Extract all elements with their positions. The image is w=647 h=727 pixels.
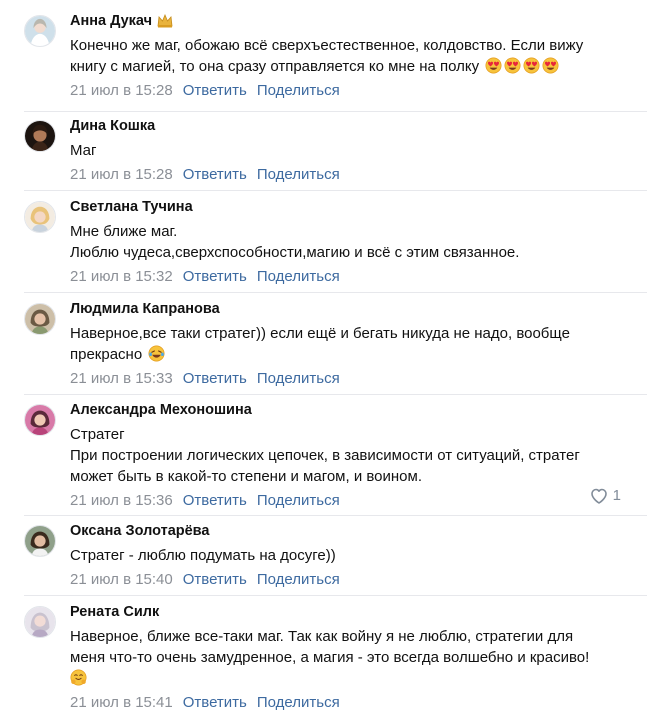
avatar[interactable] [24, 525, 56, 557]
divider [24, 292, 647, 293]
comment-date[interactable]: 21 июл в 15:28 [70, 166, 173, 184]
comment-meta: 21 июл в 15:28 Ответить Поделиться [70, 80, 627, 101]
reply-button[interactable]: Ответить [183, 370, 247, 388]
share-button[interactable]: Поделиться [257, 370, 340, 388]
comment-meta: 21 июл в 15:36 Ответить Поделиться [70, 490, 627, 511]
divider [24, 595, 647, 596]
comment-text: Наверное, ближе все-таки маг. Так как во… [70, 626, 627, 689]
share-button[interactable]: Поделиться [257, 492, 340, 510]
divider [24, 190, 647, 191]
author-name[interactable]: Оксана Золотарёва [70, 522, 209, 540]
comment-date[interactable]: 21 июл в 15:41 [70, 694, 173, 712]
heart-icon [590, 488, 607, 504]
author-name[interactable]: Рената Силк [70, 603, 159, 621]
comment-date[interactable]: 21 июл в 15:28 [70, 82, 173, 100]
reply-button[interactable]: Ответить [183, 82, 247, 100]
comment-date[interactable]: 21 июл в 15:36 [70, 492, 173, 510]
comment-meta: 21 июл в 15:33 Ответить Поделиться [70, 368, 627, 389]
share-button[interactable]: Поделиться [257, 166, 340, 184]
reply-button[interactable]: Ответить [183, 694, 247, 712]
comment-date[interactable]: 21 июл в 15:32 [70, 268, 173, 286]
crown-icon [157, 13, 173, 28]
author-name[interactable]: Дина Кошка [70, 117, 155, 135]
heart-eyes-emoji [542, 57, 559, 74]
divider [24, 111, 647, 112]
share-button[interactable]: Поделиться [257, 571, 340, 589]
comment-text: Стратег При построении логических цепоче… [70, 426, 580, 485]
reply-button[interactable]: Ответить [183, 268, 247, 286]
comment-meta: 21 июл в 15:32 Ответить Поделиться [70, 266, 627, 287]
comment-date[interactable]: 21 июл в 15:40 [70, 571, 173, 589]
share-button[interactable]: Поделиться [257, 82, 340, 100]
comment-text: Маг [70, 142, 97, 159]
avatar[interactable] [24, 303, 56, 335]
author-name[interactable]: Анна Дукач [70, 12, 152, 30]
author-name[interactable]: Людмила Капранова [70, 300, 220, 318]
reply-button[interactable]: Ответить [183, 492, 247, 510]
like-button[interactable]: 1 [590, 487, 621, 504]
comment-text: Стратег - люблю подумать на досуге)) [70, 547, 336, 564]
like-count: 1 [612, 487, 621, 504]
heart-eyes-emoji-group [479, 57, 559, 75]
reply-button[interactable]: Ответить [183, 166, 247, 184]
comment-text: Наверное,все таки стратег)) если ещё и б… [70, 325, 570, 363]
avatar[interactable] [24, 404, 56, 436]
avatar[interactable] [24, 606, 56, 638]
comment-text: Конечно же маг, обожаю всё сверхъестеств… [70, 37, 584, 75]
comment-meta: 21 июл в 15:40 Ответить Поделиться [70, 569, 627, 590]
author-name[interactable]: Светлана Тучина [70, 198, 193, 216]
avatar[interactable] [24, 201, 56, 233]
avatar[interactable] [24, 15, 56, 47]
heart-eyes-emoji [504, 57, 521, 74]
share-button[interactable]: Поделиться [257, 268, 340, 286]
hugging-emoji [70, 669, 87, 686]
divider [24, 394, 647, 395]
heart-eyes-emoji [523, 57, 540, 74]
reply-button[interactable]: Ответить [183, 571, 247, 589]
divider [24, 515, 647, 516]
comment-feed: Анна Дукач Конечно же маг, обожаю всё св… [0, 0, 647, 727]
comment-date[interactable]: 21 июл в 15:33 [70, 370, 173, 388]
share-button[interactable]: Поделиться [257, 694, 340, 712]
avatar[interactable] [24, 120, 56, 152]
comment-meta: 21 июл в 15:41 Ответить Поделиться [70, 692, 627, 713]
author-name[interactable]: Александра Мехоношина [70, 401, 252, 419]
heart-eyes-emoji [485, 57, 502, 74]
comment-text: Мне ближе маг. Люблю чудеса,сверхспособн… [70, 223, 520, 261]
comment-meta: 21 июл в 15:28 Ответить Поделиться [70, 164, 627, 185]
tears-of-joy-emoji [148, 345, 165, 362]
